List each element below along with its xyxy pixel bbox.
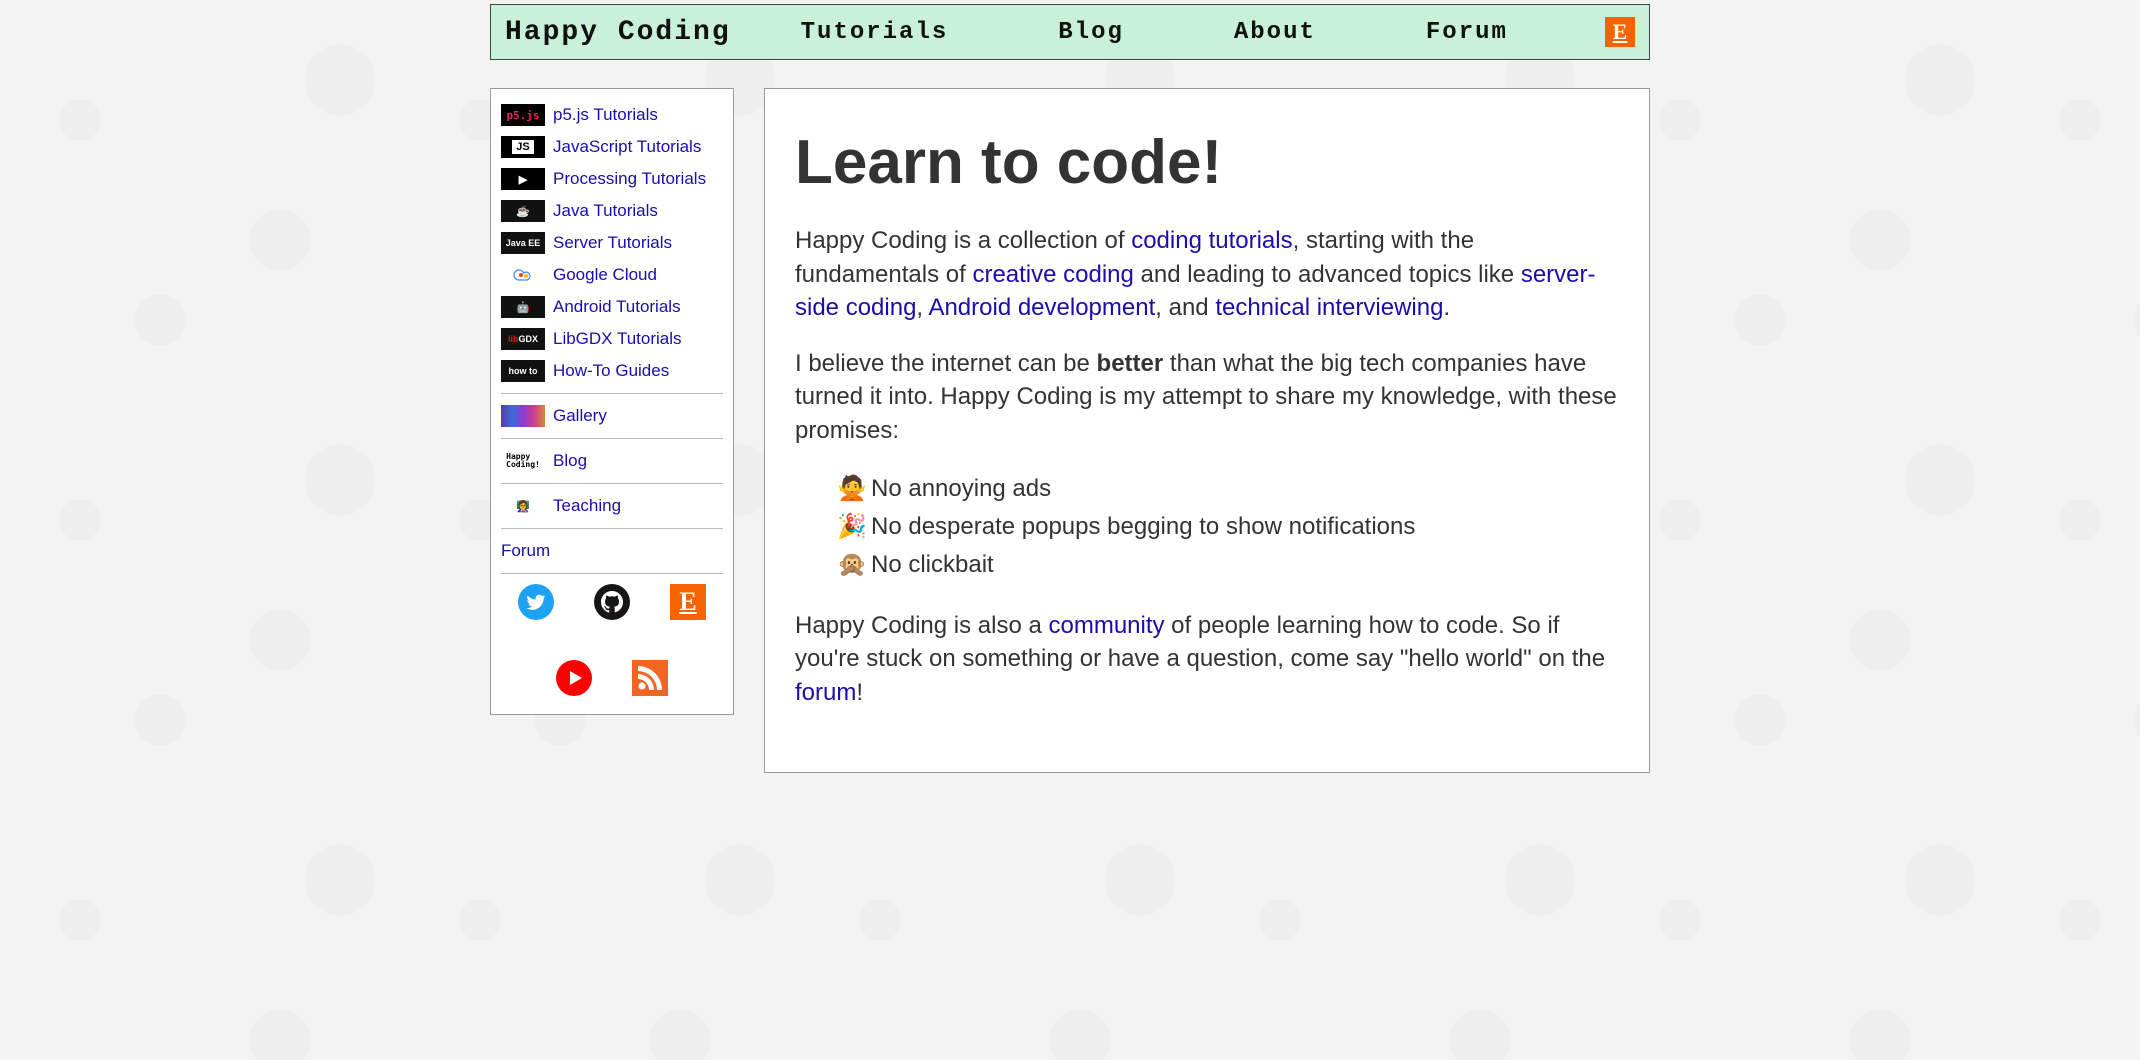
emoji-icon: 🎉 xyxy=(837,508,871,546)
sidebar-forum[interactable]: Forum xyxy=(501,535,723,567)
emoji-icon: 🙅 xyxy=(837,470,871,508)
sidebar-link[interactable]: Gallery xyxy=(553,406,607,426)
sidebar: p5.js p5.js Tutorials JS JavaScript Tuto… xyxy=(490,88,734,715)
sidebar-item[interactable]: JS JavaScript Tutorials xyxy=(501,131,723,163)
sidebar-item[interactable]: 🤖 Android Tutorials xyxy=(501,291,723,323)
link-forum[interactable]: forum xyxy=(795,679,856,706)
social-row: E xyxy=(501,584,723,696)
sidebar-link[interactable]: Blog xyxy=(553,451,587,471)
divider xyxy=(501,528,723,529)
divider xyxy=(501,573,723,574)
sidebar-link[interactable]: LibGDX Tutorials xyxy=(553,329,682,349)
js-icon: JS xyxy=(501,136,545,158)
emoji-icon: 🙊 xyxy=(837,546,871,584)
sidebar-link[interactable]: p5.js Tutorials xyxy=(553,105,658,125)
sidebar-link[interactable]: Server Tutorials xyxy=(553,233,672,253)
github-icon[interactable] xyxy=(594,584,630,620)
sidebar-item[interactable]: p5.js p5.js Tutorials xyxy=(501,99,723,131)
teaching-icon: 👩‍🏫 xyxy=(501,495,545,517)
nav-about[interactable]: About xyxy=(1234,19,1316,46)
nav-blog[interactable]: Blog xyxy=(1058,19,1124,46)
libgdx-icon: libGDX xyxy=(501,328,545,350)
brand-link[interactable]: Happy Coding xyxy=(505,17,731,48)
intro-paragraph-1: Happy Coding is a collection of coding t… xyxy=(795,224,1619,325)
android-icon: 🤖 xyxy=(501,296,545,318)
gallery-icon xyxy=(501,405,545,427)
link-coding-tutorials[interactable]: coding tutorials xyxy=(1131,227,1292,254)
top-nav: Happy Coding Tutorials Blog About Forum … xyxy=(490,4,1650,60)
list-item: 🙊No clickbait xyxy=(837,546,1619,584)
main-content: Learn to code! Happy Coding is a collect… xyxy=(764,88,1650,773)
rss-icon[interactable] xyxy=(632,660,668,696)
sidebar-item[interactable]: Gallery xyxy=(501,400,723,432)
sidebar-item[interactable]: Google Cloud xyxy=(501,259,723,291)
sidebar-item[interactable]: Java EE Server Tutorials xyxy=(501,227,723,259)
processing-icon: ▶ xyxy=(501,168,545,190)
divider xyxy=(501,483,723,484)
sidebar-forum-link[interactable]: Forum xyxy=(501,541,550,560)
blog-icon: HappyCoding! xyxy=(501,450,545,472)
nav-forum[interactable]: Forum xyxy=(1426,19,1508,46)
link-creative-coding[interactable]: creative coding xyxy=(972,261,1133,288)
sidebar-item[interactable]: libGDX LibGDX Tutorials xyxy=(501,323,723,355)
sidebar-link[interactable]: How-To Guides xyxy=(553,361,669,381)
list-item: 🙅No annoying ads xyxy=(837,470,1619,508)
nav-tutorials[interactable]: Tutorials xyxy=(801,19,949,46)
sidebar-item[interactable]: how to How-To Guides xyxy=(501,355,723,387)
twitter-icon[interactable] xyxy=(518,584,554,620)
divider xyxy=(501,438,723,439)
link-interviewing[interactable]: technical interviewing xyxy=(1215,294,1443,321)
intro-paragraph-3: Happy Coding is also a community of peop… xyxy=(795,609,1619,710)
sidebar-item[interactable]: HappyCoding! Blog xyxy=(501,445,723,477)
divider xyxy=(501,393,723,394)
sidebar-link[interactable]: Java Tutorials xyxy=(553,201,658,221)
etsy-small-icon[interactable]: E xyxy=(670,584,706,620)
howto-icon: how to xyxy=(501,360,545,382)
page-title: Learn to code! xyxy=(795,127,1619,198)
gcloud-icon xyxy=(501,264,545,286)
link-community[interactable]: community xyxy=(1048,612,1164,639)
sidebar-link[interactable]: JavaScript Tutorials xyxy=(553,137,701,157)
sidebar-link[interactable]: Android Tutorials xyxy=(553,297,681,317)
p5js-icon: p5.js xyxy=(501,104,545,126)
promise-list: 🙅No annoying ads 🎉No desperate popups be… xyxy=(795,470,1619,585)
sidebar-item[interactable]: ☕ Java Tutorials xyxy=(501,195,723,227)
youtube-icon[interactable] xyxy=(556,660,592,696)
etsy-icon[interactable]: E xyxy=(1605,17,1635,47)
sidebar-link[interactable]: Processing Tutorials xyxy=(553,169,706,189)
sidebar-link[interactable]: Teaching xyxy=(553,496,621,516)
java-icon: ☕ xyxy=(501,200,545,222)
sidebar-item[interactable]: 👩‍🏫 Teaching xyxy=(501,490,723,522)
javaee-icon: Java EE xyxy=(501,232,545,254)
nav-links: Tutorials Blog About Forum xyxy=(801,19,1605,46)
sidebar-link[interactable]: Google Cloud xyxy=(553,265,657,285)
link-android[interactable]: Android development xyxy=(928,294,1155,321)
list-item: 🎉No desperate popups begging to show not… xyxy=(837,508,1619,546)
intro-paragraph-2: I believe the internet can be better tha… xyxy=(795,347,1619,448)
sidebar-item[interactable]: ▶ Processing Tutorials xyxy=(501,163,723,195)
